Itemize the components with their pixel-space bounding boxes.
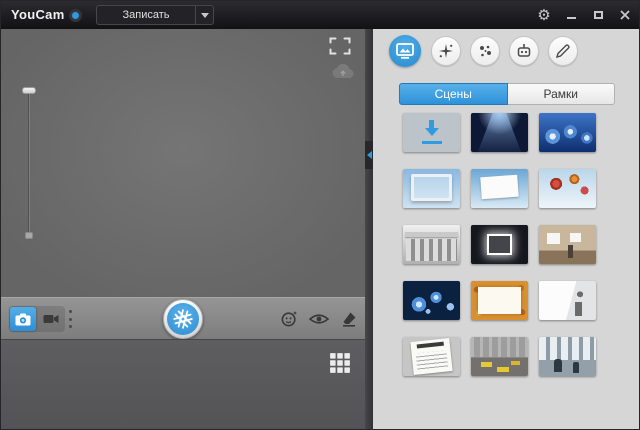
nav-scenes-frames[interactable] <box>389 35 421 67</box>
grid-view-icon <box>329 352 351 374</box>
gallery-grid-button[interactable] <box>329 352 351 374</box>
cloud-upload-icon <box>331 63 355 79</box>
preview-eye-icon <box>309 313 329 325</box>
app-title: YouCam <box>11 7 65 22</box>
video-mode-icon <box>43 314 59 324</box>
gear-icon: ⚙ <box>537 8 550 23</box>
minimize-icon <box>567 17 576 19</box>
tab-scenes[interactable]: Сцены <box>399 83 508 105</box>
thumbnail-scene-city-taxis[interactable] <box>471 337 528 376</box>
record-dropdown[interactable] <box>195 6 213 24</box>
thumbnail-scene-autumn-frame[interactable] <box>471 281 528 320</box>
thumbnail-scene-newspaper[interactable] <box>403 337 460 376</box>
chevron-down-icon <box>201 13 209 18</box>
youcam-logo-icon <box>69 9 82 22</box>
zoom-slider-track[interactable] <box>28 91 30 235</box>
thumbnail-scene-hot-air-balloons[interactable] <box>539 169 596 208</box>
effects-sparkle-icon <box>438 43 454 59</box>
capture-button-inner <box>167 303 199 335</box>
zoom-slider[interactable] <box>21 87 37 239</box>
gallery-strip <box>1 339 365 430</box>
video-mode-button[interactable] <box>38 307 64 331</box>
record-button[interactable]: Записать <box>96 5 214 25</box>
thumbnail-scene-blue-pawns[interactable] <box>539 113 596 152</box>
minimize-button[interactable] <box>561 5 581 25</box>
nav-particles[interactable] <box>470 36 500 66</box>
fullscreen-icon <box>329 37 351 55</box>
thumbnail-scene-tv-frame[interactable] <box>403 169 460 208</box>
draw-pencil-icon <box>555 43 571 59</box>
thumbnail-scene-glowing-frame[interactable] <box>471 225 528 264</box>
more-handle[interactable] <box>67 310 73 328</box>
capture-button[interactable] <box>163 299 203 339</box>
settings-button[interactable]: ⚙ <box>534 5 554 25</box>
nav-gadgets[interactable] <box>509 36 539 66</box>
maximize-icon <box>594 11 603 19</box>
scene-grid <box>403 113 596 376</box>
close-button[interactable] <box>615 5 635 25</box>
capture-mode-toggle <box>9 306 65 332</box>
titlebar: YouCam Записать ⚙ <box>1 1 640 29</box>
thumbnail-scene-office-windows[interactable] <box>539 337 596 376</box>
camera-preview <box>1 29 365 297</box>
window-controls: ⚙ <box>534 1 635 29</box>
capture-shutter-icon <box>172 308 194 330</box>
thumbnail-scene-blue-orbs[interactable] <box>403 281 460 320</box>
maximize-button[interactable] <box>588 5 608 25</box>
chevron-left-icon <box>367 151 372 159</box>
gadgets-robot-icon <box>516 43 532 59</box>
preview-toggle-button[interactable] <box>309 309 329 329</box>
tab-frames[interactable]: Рамки <box>508 83 616 105</box>
panel-divider <box>365 29 373 430</box>
scenes-frames-icon <box>396 43 414 59</box>
face-effects-button[interactable] <box>279 309 299 329</box>
thumbnail-scene-billboard[interactable] <box>471 169 528 208</box>
panel-collapse-handle[interactable] <box>365 141 373 169</box>
eraser-button[interactable] <box>339 309 359 329</box>
thumbnail-scene-stage-spotlight[interactable] <box>471 113 528 152</box>
effects-panel: Сцены Рамки <box>373 29 640 430</box>
thumbnail-scene-art-gallery[interactable] <box>539 225 596 264</box>
capture-toolbar <box>1 297 365 339</box>
nav-draw[interactable] <box>548 36 578 66</box>
eraser-icon <box>341 311 357 327</box>
face-effects-icon <box>280 310 298 328</box>
particles-icon <box>477 43 493 59</box>
zoom-slider-end-knob <box>25 232 33 239</box>
thumbnail-download-more-scenes[interactable] <box>403 113 460 152</box>
thumbnail-scene-white-room[interactable] <box>539 281 596 320</box>
record-button-label: Записать <box>97 9 195 21</box>
zoom-slider-handle[interactable] <box>22 87 36 94</box>
fullscreen-button[interactable] <box>329 37 351 55</box>
close-icon <box>620 10 630 20</box>
cloud-upload-button[interactable] <box>331 63 355 79</box>
youcam-window: YouCam Записать ⚙ <box>0 0 640 430</box>
photo-mode-button[interactable] <box>10 307 36 331</box>
nav-effects[interactable] <box>431 36 461 66</box>
photo-mode-icon <box>15 313 31 326</box>
thumbnail-scene-classic-columns[interactable] <box>403 225 460 264</box>
scenes-frames-tabs: Сцены Рамки <box>399 83 615 105</box>
